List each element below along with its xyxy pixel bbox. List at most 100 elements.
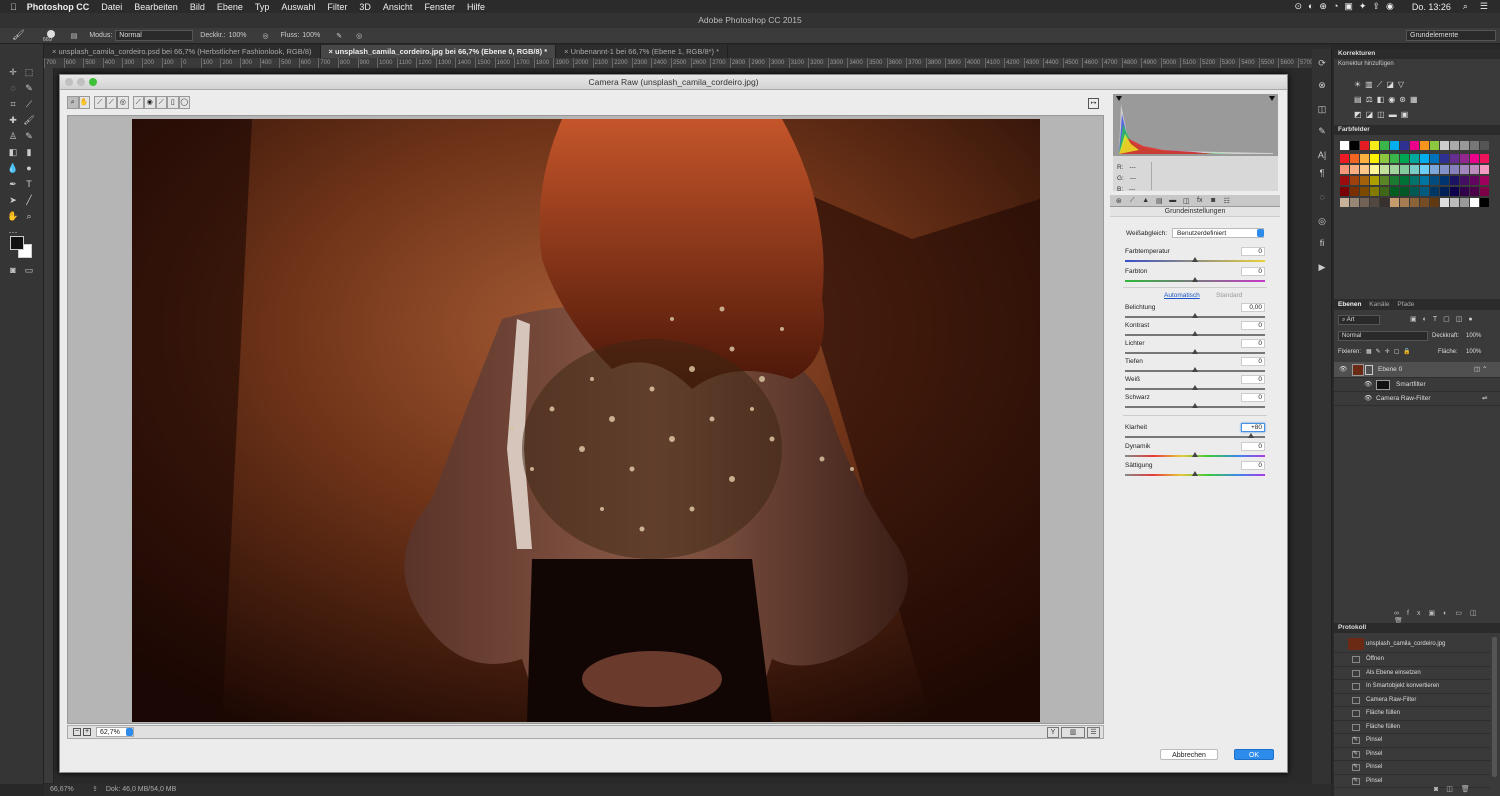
- type-tool-icon[interactable]: T: [22, 178, 36, 190]
- color-sampler-icon[interactable]: ⟋: [105, 96, 117, 109]
- color-swatch[interactable]: [1400, 198, 1409, 207]
- color-swatch[interactable]: [1380, 187, 1389, 196]
- history-panel-icon[interactable]: ⟳: [1315, 57, 1329, 69]
- photo-preview[interactable]: [132, 119, 1040, 722]
- dodge-tool-icon[interactable]: ●: [22, 162, 36, 174]
- color-swatch[interactable]: [1430, 176, 1439, 185]
- color-swatch[interactable]: [1410, 141, 1419, 150]
- slider-thumb[interactable]: [1192, 367, 1198, 372]
- deckkr-value[interactable]: 100%: [229, 32, 247, 39]
- color-swatch[interactable]: [1410, 165, 1419, 174]
- farbfelder-header[interactable]: Farbfelder: [1334, 125, 1500, 135]
- white-balance-tool-icon[interactable]: ⟋: [94, 96, 106, 109]
- color-swatch[interactable]: [1340, 198, 1349, 207]
- slider-value-input[interactable]: 0: [1241, 267, 1265, 276]
- quick-select-icon[interactable]: ✎: [22, 82, 36, 94]
- history-state[interactable]: Camera Raw-Filter: [1334, 694, 1490, 707]
- wb-select-arrow-icon[interactable]: [1257, 229, 1264, 237]
- color-swatch[interactable]: [1420, 198, 1429, 207]
- color-swatch[interactable]: [1340, 187, 1349, 196]
- color-swatch[interactable]: [1420, 165, 1429, 174]
- pressure-opacity-icon[interactable]: ◎: [263, 32, 269, 40]
- zoom-tool-icon[interactable]: ⌕: [67, 96, 79, 109]
- cc-icon[interactable]: ◎: [1315, 215, 1329, 227]
- fx-icon[interactable]: fx: [1407, 610, 1428, 617]
- slider-value-input[interactable]: 0: [1241, 321, 1265, 330]
- pressure-size-icon[interactable]: ◎: [356, 32, 362, 40]
- color-swatch[interactable]: [1370, 198, 1379, 207]
- history-scrollbar[interactable]: [1492, 637, 1497, 777]
- color-swatch[interactable]: [1370, 176, 1379, 185]
- hand-tool-icon-2[interactable]: ✋: [6, 210, 20, 222]
- color-swatch[interactable]: [1430, 165, 1439, 174]
- blend-mode-select[interactable]: Normal: [1338, 331, 1428, 341]
- color-swatch[interactable]: [1450, 187, 1459, 196]
- visibility-icon[interactable]: 👁: [1364, 392, 1372, 406]
- color-swatch[interactable]: [1390, 141, 1399, 150]
- color-swatch[interactable]: [1440, 198, 1449, 207]
- link-layers-icon[interactable]: ∞: [1394, 610, 1407, 617]
- color-swatch[interactable]: [1350, 154, 1359, 163]
- airbrush-icon[interactable]: ✎: [336, 32, 342, 40]
- tab-pfade[interactable]: Pfade: [1391, 301, 1414, 308]
- radial-filter-icon[interactable]: ◯: [178, 96, 190, 109]
- brush-tool-icon[interactable]: 🖌: [12, 30, 25, 41]
- color-swatch[interactable]: [1460, 176, 1469, 185]
- color-swatch[interactable]: [1360, 187, 1369, 196]
- properties-panel-icon[interactable]: ◫: [1315, 103, 1329, 115]
- new-layer-icon[interactable]: ◫: [1470, 610, 1485, 617]
- color-swatch[interactable]: [1410, 198, 1419, 207]
- color-swatch[interactable]: [1410, 187, 1419, 196]
- workspace-select[interactable]: Grundelemente: [1406, 30, 1496, 41]
- glyphs-icon[interactable]: fi: [1315, 237, 1329, 249]
- actions-icon[interactable]: ▶: [1315, 261, 1329, 273]
- slider-value-input[interactable]: 0: [1241, 442, 1265, 451]
- status-doc[interactable]: Dok: 46,0 MB/54,0 MB: [106, 784, 176, 796]
- color-swatch[interactable]: [1480, 165, 1489, 174]
- basic-tab-icon[interactable]: ⊛: [1112, 197, 1126, 205]
- menu-ansicht[interactable]: Ansicht: [383, 2, 413, 12]
- gradient-map-icon[interactable]: ▬: [1389, 110, 1401, 119]
- color-swatch[interactable]: [1380, 154, 1389, 163]
- horizontal-ruler[interactable]: 700 600 500 400 300 200 100 0 100 200 300 400 500 600…: [44, 58, 1331, 68]
- posterize-icon[interactable]: ◪: [1366, 110, 1378, 119]
- slider-thumb[interactable]: [1192, 331, 1198, 336]
- color-swatch[interactable]: [1460, 165, 1469, 174]
- new-snapshot-icon[interactable]: ◫: [1446, 786, 1461, 793]
- color-swatch[interactable]: [1390, 187, 1399, 196]
- color-swatch[interactable]: [1460, 154, 1469, 163]
- screen-mode-icon[interactable]: ▭: [22, 264, 36, 276]
- layer-filter-icons[interactable]: ▣◐T▢◫●: [1410, 315, 1479, 323]
- menu-hilfe[interactable]: Hilfe: [467, 2, 485, 12]
- color-swatch[interactable]: [1450, 198, 1459, 207]
- color-swatch[interactable]: [1470, 187, 1479, 196]
- zoom-tool-icon-2[interactable]: ⌕: [22, 210, 36, 222]
- color-swatch[interactable]: [1430, 187, 1439, 196]
- color-swatch[interactable]: [1360, 176, 1369, 185]
- menu-bild[interactable]: Bild: [190, 2, 205, 12]
- slider-thumb[interactable]: [1192, 403, 1198, 408]
- hand-tool-icon[interactable]: ✋: [78, 96, 90, 109]
- color-swatch[interactable]: [1350, 141, 1359, 150]
- share-icon[interactable]: ⇪: [92, 784, 98, 796]
- menu-list-icon[interactable]: ☰: [1480, 1, 1488, 12]
- color-swatch[interactable]: [1390, 154, 1399, 163]
- zoom-out-button[interactable]: −: [73, 728, 81, 736]
- slider-value-input[interactable]: +80: [1241, 423, 1265, 432]
- slider-thumb[interactable]: [1248, 433, 1254, 438]
- clock[interactable]: Do. 13:26: [1412, 2, 1451, 12]
- brush-panel-icon[interactable]: ▤: [71, 32, 78, 40]
- color-swatch[interactable]: [1470, 141, 1479, 150]
- color-swatch[interactable]: [1420, 187, 1429, 196]
- doc-tab-jpg[interactable]: × unsplash_camila_cordeiro.jpg bei 66,7%…: [320, 45, 557, 58]
- cancel-button[interactable]: Abbrechen: [1160, 749, 1218, 760]
- color-swatch[interactable]: [1360, 154, 1369, 163]
- fx-tab-icon[interactable]: fx: [1193, 197, 1207, 204]
- color-swatch[interactable]: [1370, 154, 1379, 163]
- slider-value-input[interactable]: 0: [1241, 247, 1265, 256]
- history-state[interactable]: ✎ Pinsel: [1334, 734, 1490, 748]
- color-swatch[interactable]: [1460, 141, 1469, 150]
- slider-value-input[interactable]: 0: [1241, 375, 1265, 384]
- split-toning-tab-icon[interactable]: ▬: [1166, 197, 1180, 204]
- ok-button[interactable]: OK: [1234, 749, 1274, 760]
